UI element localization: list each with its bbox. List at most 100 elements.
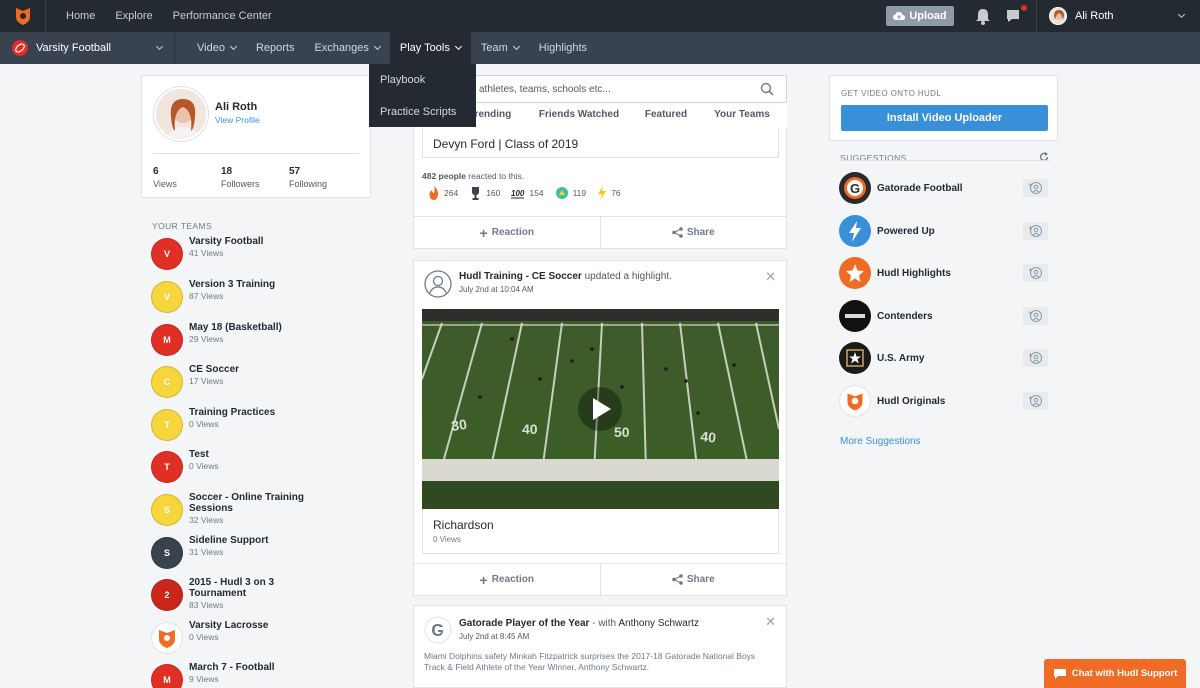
reaction-button-label: Reaction [491, 574, 534, 585]
gatorade-football-logo-icon[interactable]: G [839, 172, 871, 204]
share-button[interactable]: Share [601, 564, 787, 595]
add-user-icon [1029, 267, 1042, 279]
video-player[interactable]: 30 40 50 40 [422, 309, 779, 509]
install-video-uploader-button[interactable]: Install Video Uploader [841, 105, 1048, 131]
suggestion-hudl-originals: Hudl Originals [839, 384, 1049, 418]
reaction-button[interactable]: + Reaction [414, 564, 601, 595]
team-row[interactable]: S Soccer - Online Training Sessions 32 Vie… [151, 492, 329, 532]
team-row[interactable]: 2 2015 - Hudl 3 on 3 Tournament 83 Views [151, 577, 329, 617]
team-row[interactable]: V Version 3 Training 87 Views [151, 279, 329, 319]
notifications-bell-icon[interactable] [968, 8, 998, 25]
team-row[interactable]: M March 7 - Football 9 Views [151, 662, 329, 688]
team-row[interactable]: T Test 0 Views [151, 449, 329, 489]
nav-video[interactable]: Video [187, 32, 246, 64]
close-icon[interactable]: ✕ [765, 614, 776, 630]
menu-item-playbook[interactable]: Playbook [369, 64, 476, 96]
hudl-originals-logo-icon[interactable] [839, 385, 871, 417]
menu-item-practice-scripts[interactable]: Practice Scripts [369, 96, 476, 128]
profile-avatar[interactable] [154, 87, 208, 141]
video-title-box[interactable]: Devyn Ford | Class of 2019 [422, 128, 779, 158]
reaction-button[interactable]: + Reaction [414, 217, 601, 248]
reaction-lightning[interactable]: 76 [597, 186, 621, 200]
nav-home[interactable]: Home [56, 10, 105, 22]
divider [153, 153, 359, 154]
suggestion-name[interactable]: Gatorade Football [877, 183, 1023, 194]
gatorade-logo-icon[interactable] [424, 616, 452, 644]
nav-explore[interactable]: Explore [105, 10, 162, 22]
team-avatar: M [151, 664, 183, 688]
reaction-fire[interactable]: 264 [428, 186, 458, 200]
user-placeholder-icon[interactable] [424, 270, 452, 298]
team-avatar [151, 622, 183, 654]
view-profile-link[interactable]: View Profile [215, 115, 260, 125]
hudl-logo-icon[interactable] [0, 0, 46, 32]
nav-team[interactable]: Team [471, 32, 529, 64]
tab-friends-watched[interactable]: Friends Watched [527, 103, 631, 128]
stat-following[interactable]: 57 Following [289, 166, 327, 189]
nav-reports[interactable]: Reports [246, 32, 305, 64]
post-author[interactable]: Hudl Training - CE Soccer [459, 271, 582, 282]
nav-highlights[interactable]: Highlights [529, 32, 597, 64]
chevron-down-icon [1177, 10, 1186, 19]
suggestion-name[interactable]: Powered Up [877, 226, 1023, 237]
more-suggestions-link[interactable]: More Suggestions [840, 436, 921, 447]
contenders-logo-icon[interactable] [839, 300, 871, 332]
lightning-logo-icon[interactable] [839, 215, 871, 247]
post-with-name[interactable]: Anthony Schwartz [618, 618, 699, 629]
star-logo-icon[interactable] [839, 257, 871, 289]
team-row[interactable]: S Sideline Support 31 Views [151, 535, 329, 575]
team-row[interactable]: T Training Practices 0 Views [151, 407, 329, 447]
team-views: 9 Views [189, 674, 219, 684]
stat-views[interactable]: 6 Views [153, 166, 177, 189]
action-bar: + Reaction Share [414, 216, 786, 248]
team-views: 0 Views [189, 461, 219, 471]
video-uploader-card: GET VIDEO ONTO HUDL Install Video Upload… [829, 75, 1058, 141]
messages-icon[interactable] [1000, 5, 1028, 24]
nav-performance-center[interactable]: Performance Center [163, 10, 282, 22]
team-row[interactable]: V Varsity Football 41 Views [151, 236, 329, 276]
team-row[interactable]: C CE Soccer 17 Views [151, 364, 329, 404]
team-avatar: S [151, 494, 183, 526]
suggestion-contenders: Contenders [839, 299, 1049, 333]
search-icon[interactable] [760, 82, 774, 96]
video-title-box[interactable]: Richardson 0 Views [422, 509, 779, 554]
team-row[interactable]: Varsity Lacrosse 0 Views [151, 620, 329, 660]
stat-following-value: 57 [289, 166, 301, 177]
suggestion-name[interactable]: Hudl Originals [877, 396, 1023, 407]
user-menu[interactable]: Ali Roth [1037, 7, 1200, 25]
suggestion-name[interactable]: Contenders [877, 311, 1023, 322]
stat-followers[interactable]: 18 Followers [221, 166, 260, 189]
chat-support-button[interactable]: Chat with Hudl Support [1044, 659, 1186, 688]
follow-button[interactable] [1023, 392, 1048, 410]
suggestion-hudl-highlights: Hudl Highlights [839, 256, 1049, 290]
team-views: 83 Views [189, 600, 224, 610]
team-name: Test [189, 449, 209, 460]
nav-play-tools[interactable]: Play Tools [389, 32, 471, 64]
nav-exchanges[interactable]: Exchanges [304, 32, 389, 64]
post-author[interactable]: Gatorade Player of the Year [459, 618, 589, 629]
follow-button[interactable] [1023, 307, 1048, 325]
tab-featured[interactable]: Featured [631, 103, 701, 128]
upload-button[interactable]: Upload [886, 6, 954, 26]
suggestion-name[interactable]: U.S. Army [877, 353, 1023, 364]
team-views: 32 Views [189, 515, 224, 525]
follow-button[interactable] [1023, 264, 1048, 282]
tab-trending[interactable]: Trending [469, 103, 527, 128]
army-star-logo-icon[interactable] [839, 342, 871, 374]
team-name: Training Practices [189, 407, 276, 418]
reaction-trophy[interactable]: 160 [469, 186, 500, 200]
follow-button[interactable] [1023, 222, 1048, 240]
team-selector[interactable]: Varsity Football [0, 32, 175, 64]
reaction-hundred[interactable]: 100 154 [511, 186, 544, 200]
uploader-label: GET VIDEO ONTO HUDL [841, 89, 942, 98]
reaction-clap[interactable]: 119 [555, 186, 586, 200]
follow-button[interactable] [1023, 349, 1048, 367]
team-row[interactable]: M May 18 (Basketball) 29 Views [151, 322, 329, 362]
reaction-trophy-count: 160 [486, 188, 501, 198]
suggestion-name[interactable]: Hudl Highlights [877, 268, 1023, 279]
close-icon[interactable]: ✕ [765, 269, 776, 285]
follow-button[interactable] [1023, 179, 1048, 197]
tab-your-teams[interactable]: Your Teams [701, 103, 783, 128]
share-button[interactable]: Share [601, 217, 787, 248]
nav-video-label: Video [197, 42, 225, 54]
